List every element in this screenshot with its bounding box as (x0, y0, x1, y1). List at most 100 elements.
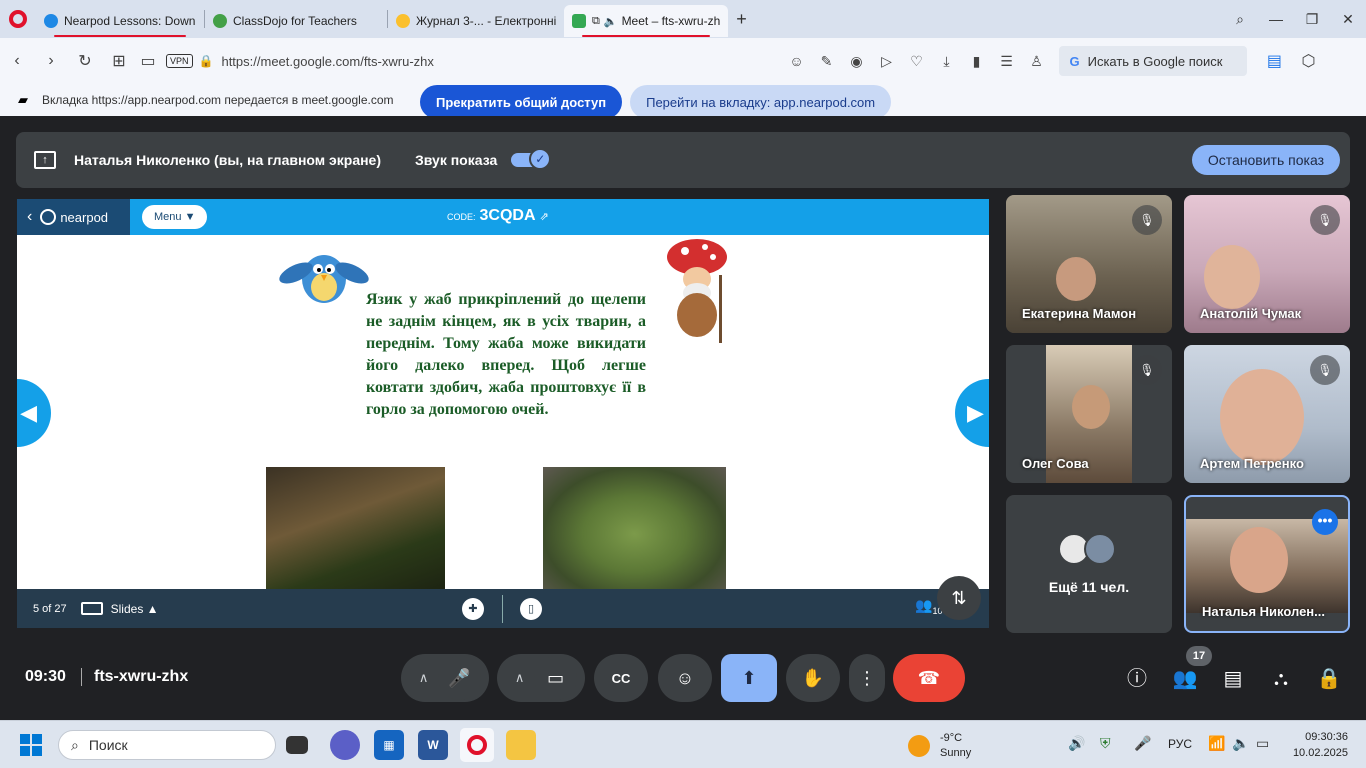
security-icon[interactable]: ⛨ (1100, 735, 1111, 752)
extensions-icon[interactable]: ⬡ (1291, 51, 1325, 71)
page-indicator: 5 of 27 (33, 602, 67, 615)
puzzle-icon[interactable]: ✚ (462, 598, 484, 620)
present-button[interactable]: ⬆ (721, 654, 777, 702)
meeting-info-icon[interactable]: ⓘ (1124, 666, 1150, 692)
mic-control: ∧ 🎤 (401, 654, 489, 702)
speed-dial-icon[interactable]: ⊞ (102, 51, 136, 71)
back-button[interactable]: ‹ (0, 52, 34, 70)
taskbar-search[interactable]: ⌕ Поиск (58, 730, 276, 760)
tab-islands-icon[interactable]: ▤ (1257, 51, 1291, 71)
minimize-button[interactable]: — (1258, 11, 1294, 27)
reload-button[interactable]: ↻ (68, 51, 102, 71)
others-tile[interactable]: Ещё 11 чел. (1006, 495, 1172, 633)
participant-name: Олег Сова (1022, 456, 1089, 471)
tab-nearpod[interactable]: Nearpod Lessons: Downlo (36, 5, 204, 37)
forward-button[interactable]: › (34, 52, 68, 70)
nearpod-code[interactable]: CODE: 3CQDA ⇗ (447, 207, 549, 225)
file-explorer-icon[interactable] (506, 730, 536, 760)
activities-icon[interactable]: ⛬ (1268, 666, 1294, 692)
back-chevron-icon[interactable]: ‹ (27, 208, 32, 226)
edit-icon[interactable]: ✎ (811, 53, 841, 70)
audio-settings-chevron-icon[interactable]: ∧ (409, 670, 438, 686)
divider (81, 668, 82, 686)
tab-classdojo[interactable]: ClassDojo for Teachers (205, 5, 387, 37)
lock-icon[interactable]: 🔒 (199, 54, 214, 68)
participant-tile[interactable]: 🎙 Анатолій Чумак (1184, 195, 1350, 333)
self-tile[interactable]: ••• Наталья Николен... (1184, 495, 1350, 633)
captions-button[interactable]: CC (594, 654, 648, 702)
leave-call-button[interactable]: ☎ (893, 654, 965, 702)
system-clock[interactable]: 09:30:36 10.02.2025 (1293, 729, 1348, 761)
sound-toggle[interactable]: ✓ (511, 148, 552, 170)
swap-layout-button[interactable]: ⇅ (937, 576, 981, 620)
weather-widget[interactable]: -9°C Sunny (908, 731, 971, 761)
mic-button[interactable]: 🎤 (438, 656, 481, 700)
emoji-icon[interactable]: ☺ (781, 53, 811, 69)
language-indicator[interactable]: РУС (1168, 737, 1192, 751)
close-window-button[interactable]: ✕ (1330, 11, 1366, 28)
meet-main: ↑ Наталья Николенко (вы, на главном экра… (0, 116, 1366, 720)
camera-button[interactable]: ▭ (534, 656, 577, 700)
more-options-icon[interactable]: ••• (1312, 509, 1338, 535)
snapshot-icon[interactable]: ▭ (136, 51, 160, 71)
avatar (1084, 533, 1116, 565)
new-tab-button[interactable]: + (728, 9, 756, 30)
others-avatars (1058, 533, 1116, 565)
speaker-muted-icon[interactable]: 🔊 (1068, 735, 1085, 752)
opera-taskbar-icon[interactable] (460, 728, 494, 762)
next-slide-button[interactable]: ▶ (955, 379, 989, 447)
participant-tile[interactable]: 🎙 Артем Петренко (1184, 345, 1350, 483)
stop-presenting-button[interactable]: Остановить показ (1191, 145, 1340, 175)
tab-audio-icon[interactable]: 🔈 (604, 15, 618, 28)
more-options-button[interactable]: ⋮ (849, 654, 885, 702)
sun-favicon-icon (396, 14, 410, 28)
participant-face (1230, 527, 1288, 593)
play-icon[interactable]: ▷ (871, 53, 901, 70)
participant-tile[interactable]: 🎙 Екатерина Мамон (1006, 195, 1172, 333)
start-button[interactable] (20, 734, 42, 756)
sidebar-icon[interactable]: ▮ (961, 53, 991, 70)
chat-icon[interactable]: ▤ (1220, 666, 1246, 692)
profile-icon[interactable]: ♙ (1021, 53, 1051, 70)
vpn-badge[interactable]: VPN (166, 54, 193, 68)
heart-icon[interactable]: ♡ (901, 53, 931, 70)
wifi-icon[interactable]: 📶 (1208, 735, 1225, 752)
participant-name: Екатерина Мамон (1022, 306, 1137, 321)
download-icon[interactable]: ⤓ (931, 53, 961, 70)
participant-tile[interactable]: 🎙 Олег Сова (1006, 345, 1172, 483)
raise-hand-button[interactable]: ✋ (786, 654, 840, 702)
people-icon[interactable]: 👥 (1172, 666, 1198, 692)
video-settings-chevron-icon[interactable]: ∧ (505, 670, 534, 686)
store-icon[interactable]: ▦ (374, 730, 404, 760)
opera-menu-button[interactable] (0, 10, 36, 28)
url-field[interactable]: https://meet.google.com/fts-xwru-zhx (221, 54, 781, 69)
restore-button[interactable]: ❐ (1294, 11, 1330, 28)
nearpod-menu-button[interactable]: Menu ▼ (142, 205, 208, 229)
word-icon[interactable]: W (418, 730, 448, 760)
frog-photo-2 (543, 467, 726, 589)
task-view-icon[interactable] (286, 736, 308, 754)
goto-tab-button[interactable]: Перейти на вкладку: app.nearpod.com (630, 85, 892, 119)
clock-time: 09:30:36 (1305, 731, 1348, 743)
check-icon: ✓ (529, 148, 552, 170)
bookmark-icon[interactable]: ▯ (520, 598, 542, 620)
host-controls-icon[interactable]: 🔒 (1316, 666, 1342, 692)
easy-setup-icon[interactable]: ☰ (991, 53, 1021, 70)
microphone-tray-icon[interactable]: 🎤 (1134, 735, 1151, 752)
mic-off-icon: 🎙 (1310, 205, 1340, 235)
chat-app-icon[interactable] (330, 730, 360, 760)
google-search-field[interactable]: G Искать в Google поиск (1059, 46, 1248, 76)
slides-toggle[interactable]: Slides ▲ (111, 602, 159, 616)
tab-search-icon[interactable]: ⌕ (1222, 11, 1258, 28)
tab-title: Nearpod Lessons: Downlo (64, 14, 196, 28)
battery-icon[interactable]: ▭ (1256, 735, 1269, 752)
volume-icon[interactable]: 🔈 (1232, 735, 1249, 752)
stop-sharing-button[interactable]: Прекратить общий доступ (420, 85, 623, 119)
previous-slide-button[interactable]: ◀ (17, 379, 51, 447)
sharing-message: Вкладка https://app.nearpod.com передает… (42, 93, 394, 107)
camera-icon[interactable]: ◉ (841, 53, 871, 70)
participant-name: Артем Петренко (1200, 456, 1304, 471)
tab-journal[interactable]: Журнал 3-... - Електронні (388, 5, 564, 37)
tab-meet[interactable]: ⧉ 🔈 Meet – fts-xwru-zh (564, 5, 728, 37)
reactions-button[interactable]: ☺ (658, 654, 712, 702)
